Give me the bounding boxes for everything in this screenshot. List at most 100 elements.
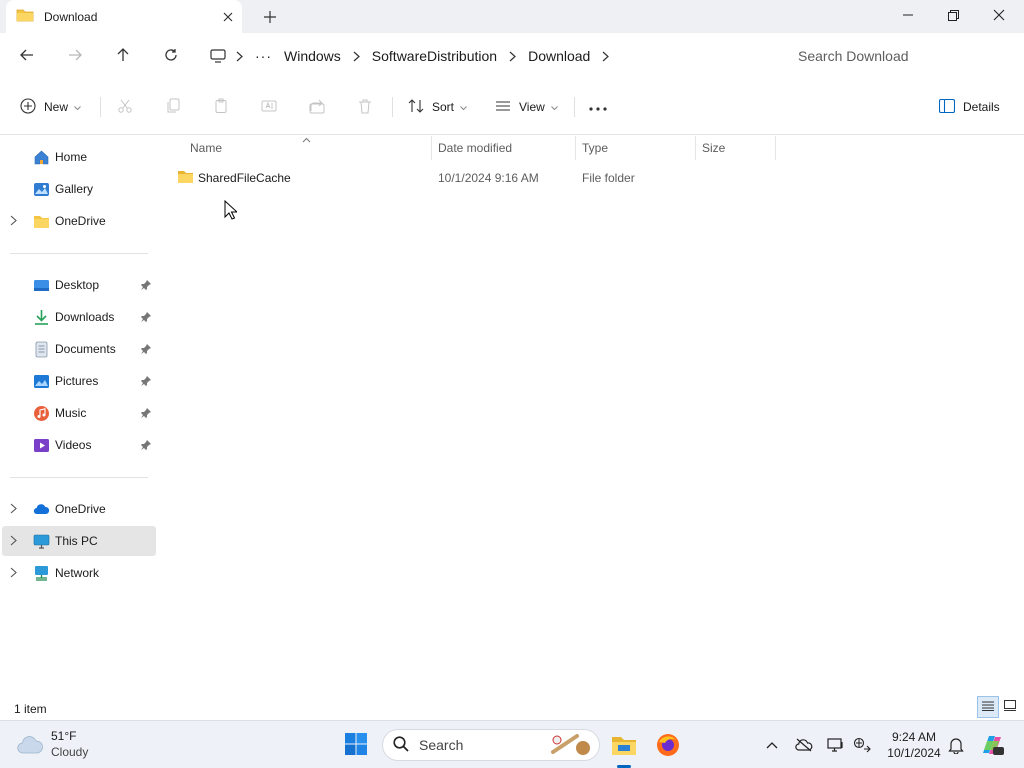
downloads-icon <box>33 309 50 326</box>
chevron-right-icon[interactable] <box>230 51 249 62</box>
breadcrumb-more[interactable]: ··· <box>249 48 278 64</box>
share-button[interactable] <box>309 91 325 123</box>
sort-button[interactable]: Sort <box>408 91 467 123</box>
cut-button[interactable] <box>117 91 133 123</box>
nav-item-videos[interactable]: Videos <box>2 430 156 460</box>
nav-item-pictures[interactable]: Pictures <box>2 366 156 396</box>
nav-label: OneDrive <box>55 214 106 228</box>
display-icon[interactable] <box>826 735 846 755</box>
breadcrumb[interactable]: ··· Windows SoftwareDistribution Downloa… <box>200 39 770 73</box>
chevron-right-icon[interactable] <box>10 503 17 517</box>
new-button[interactable]: New <box>20 91 81 123</box>
nav-item-downloads[interactable]: Downloads <box>2 302 156 332</box>
folder-icon <box>33 213 50 230</box>
divider <box>574 97 575 117</box>
title-bar: Download <box>0 0 1024 33</box>
copy-button[interactable] <box>165 91 181 123</box>
copilot-icon[interactable] <box>976 729 1008 761</box>
nav-item-home[interactable]: Home <box>2 142 156 172</box>
weather-temperature[interactable]: 51°F <box>51 729 76 743</box>
nav-item-network[interactable]: Network <box>2 558 156 588</box>
minimize-button[interactable] <box>885 0 931 30</box>
monitor-icon[interactable] <box>210 49 230 63</box>
onedrive-sync-off-icon[interactable] <box>794 735 814 755</box>
chevron-right-icon[interactable] <box>10 535 17 549</box>
chevron-right-icon[interactable] <box>347 51 366 62</box>
nav-item-music[interactable]: Music <box>2 398 156 428</box>
details-pane-button[interactable]: Details <box>938 91 1000 123</box>
clock[interactable]: 9:24 AM 10/1/2024 <box>884 729 944 761</box>
firefox-taskbar-icon[interactable] <box>652 729 684 761</box>
item-count: 1 item <box>14 702 47 716</box>
chevron-right-icon[interactable] <box>596 51 615 62</box>
more-options-button[interactable] <box>589 91 607 123</box>
up-button[interactable] <box>107 41 139 71</box>
pin-icon[interactable] <box>141 375 151 389</box>
taskbar-search[interactable]: Search <box>382 729 600 761</box>
share-icon <box>309 98 325 117</box>
refresh-button[interactable] <box>155 41 187 71</box>
breadcrumb-item-download[interactable]: Download <box>522 48 596 64</box>
delete-button[interactable] <box>357 91 373 123</box>
nav-item-documents[interactable]: Documents <box>2 334 156 364</box>
column-header-type[interactable]: Type <box>576 136 696 160</box>
column-header-name[interactable]: Name <box>184 136 432 160</box>
search-input[interactable]: Search Download <box>778 39 1020 73</box>
home-icon <box>33 149 50 166</box>
windows-logo-icon <box>344 732 368 759</box>
chevron-right-icon[interactable] <box>503 51 522 62</box>
table-row[interactable]: SharedFileCache 10/1/2024 9:16 AM File f… <box>172 166 772 190</box>
clipboard-icon <box>213 98 229 117</box>
weather-condition[interactable]: Cloudy <box>51 745 88 759</box>
pin-icon[interactable] <box>141 279 151 293</box>
close-tab-icon[interactable] <box>214 3 242 31</box>
notification-bell-icon[interactable] <box>946 735 966 755</box>
clock-date: 10/1/2024 <box>887 746 941 760</box>
nav-divider <box>10 477 148 478</box>
nav-label: OneDrive <box>55 502 106 516</box>
view-label: View <box>519 100 545 114</box>
address-row: ··· Windows SoftwareDistribution Downloa… <box>0 33 1024 79</box>
nav-label: Gallery <box>55 182 94 196</box>
paste-button[interactable] <box>213 91 229 123</box>
view-list-icon <box>495 98 511 117</box>
tiles-view-button[interactable] <box>999 696 1021 718</box>
forward-button[interactable] <box>59 41 91 71</box>
file-type: File folder <box>582 171 635 185</box>
chevron-right-icon[interactable] <box>10 567 17 581</box>
chevron-up-icon[interactable] <box>762 735 782 755</box>
nav-item-onedrive-cloud[interactable]: OneDrive <box>2 494 156 524</box>
start-button[interactable] <box>340 729 372 761</box>
new-tab-button[interactable] <box>256 3 284 31</box>
network-status-icon[interactable] <box>852 735 872 755</box>
chevron-down-icon <box>550 100 558 114</box>
breadcrumb-item-softwaredistribution[interactable]: SoftwareDistribution <box>366 48 503 64</box>
close-window-button[interactable] <box>976 0 1022 30</box>
rename-button[interactable] <box>261 91 277 123</box>
pc-icon <box>33 533 50 550</box>
pin-icon[interactable] <box>141 343 151 357</box>
nav-item-this-pc[interactable]: This PC <box>2 526 156 556</box>
weather-cloud-icon[interactable] <box>14 729 46 761</box>
nav-item-onedrive-folder[interactable]: OneDrive <box>2 206 156 236</box>
pin-icon[interactable] <box>141 311 151 325</box>
file-date: 10/1/2024 9:16 AM <box>438 171 539 185</box>
chevron-down-icon <box>74 100 81 114</box>
pin-icon[interactable] <box>141 439 151 453</box>
column-header-size[interactable]: Size <box>696 136 776 160</box>
file-explorer-taskbar-icon[interactable] <box>608 729 640 761</box>
breadcrumb-item-windows[interactable]: Windows <box>278 48 347 64</box>
nav-item-desktop[interactable]: Desktop <box>2 270 156 300</box>
maximize-button[interactable] <box>930 0 976 30</box>
gallery-icon <box>33 181 50 198</box>
pin-icon[interactable] <box>141 407 151 421</box>
details-view-icon <box>982 700 994 714</box>
window-tab[interactable]: Download <box>6 0 242 33</box>
back-button[interactable] <box>11 41 43 71</box>
nav-item-gallery[interactable]: Gallery <box>2 174 156 204</box>
column-header-date[interactable]: Date modified <box>432 136 576 160</box>
view-button[interactable]: View <box>495 91 558 123</box>
details-view-button[interactable] <box>977 696 999 718</box>
chevron-right-icon[interactable] <box>10 215 17 229</box>
scissors-icon <box>117 98 133 117</box>
